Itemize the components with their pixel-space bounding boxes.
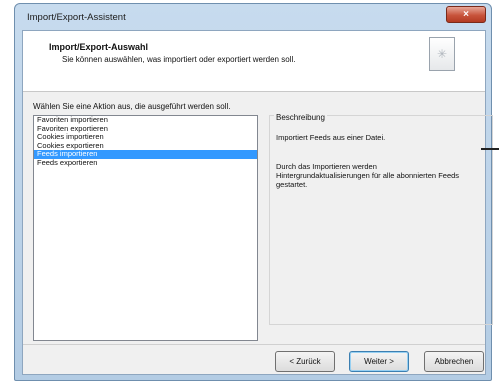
header-subtitle: Sie können auswählen, was importiert ode… (62, 55, 296, 64)
close-button[interactable]: × (446, 6, 486, 23)
window-title: Import/Export-Assistent (27, 12, 126, 23)
wizard-page-icon: ✳ (429, 37, 455, 71)
next-button[interactable]: Weiter > (349, 351, 409, 372)
description-line-1: Importiert Feeds aus einer Datei. (276, 133, 386, 142)
close-icon: × (463, 9, 469, 20)
description-title: Beschreibung (274, 113, 327, 122)
title-bar[interactable]: Import/Export-Assistent × (15, 4, 491, 30)
action-listbox[interactable]: Favoriten importieren Favoriten exportier… (33, 115, 258, 341)
callout-pointer-line (481, 148, 499, 150)
wizard-header: Import/Export-Auswahl Sie können auswähl… (23, 31, 485, 92)
list-item[interactable]: Feeds exportieren (34, 158, 257, 168)
description-line-2: Durch das Importieren werden Hintergrund… (276, 162, 460, 189)
star-icon: ✳ (436, 47, 448, 61)
action-prompt: Wählen Sie eine Aktion aus, die ausgefüh… (33, 102, 231, 111)
description-group: Beschreibung Importiert Feeds aus einer … (269, 113, 493, 325)
wizard-window: Import/Export-Assistent × Import/Export-… (14, 3, 493, 381)
footer-separator (23, 344, 485, 345)
cancel-button[interactable]: Abbrechen (424, 351, 484, 372)
header-title: Import/Export-Auswahl (49, 42, 149, 52)
dialog-client-area: Import/Export-Auswahl Sie können auswähl… (22, 30, 493, 375)
back-button[interactable]: < Zurück (275, 351, 335, 372)
